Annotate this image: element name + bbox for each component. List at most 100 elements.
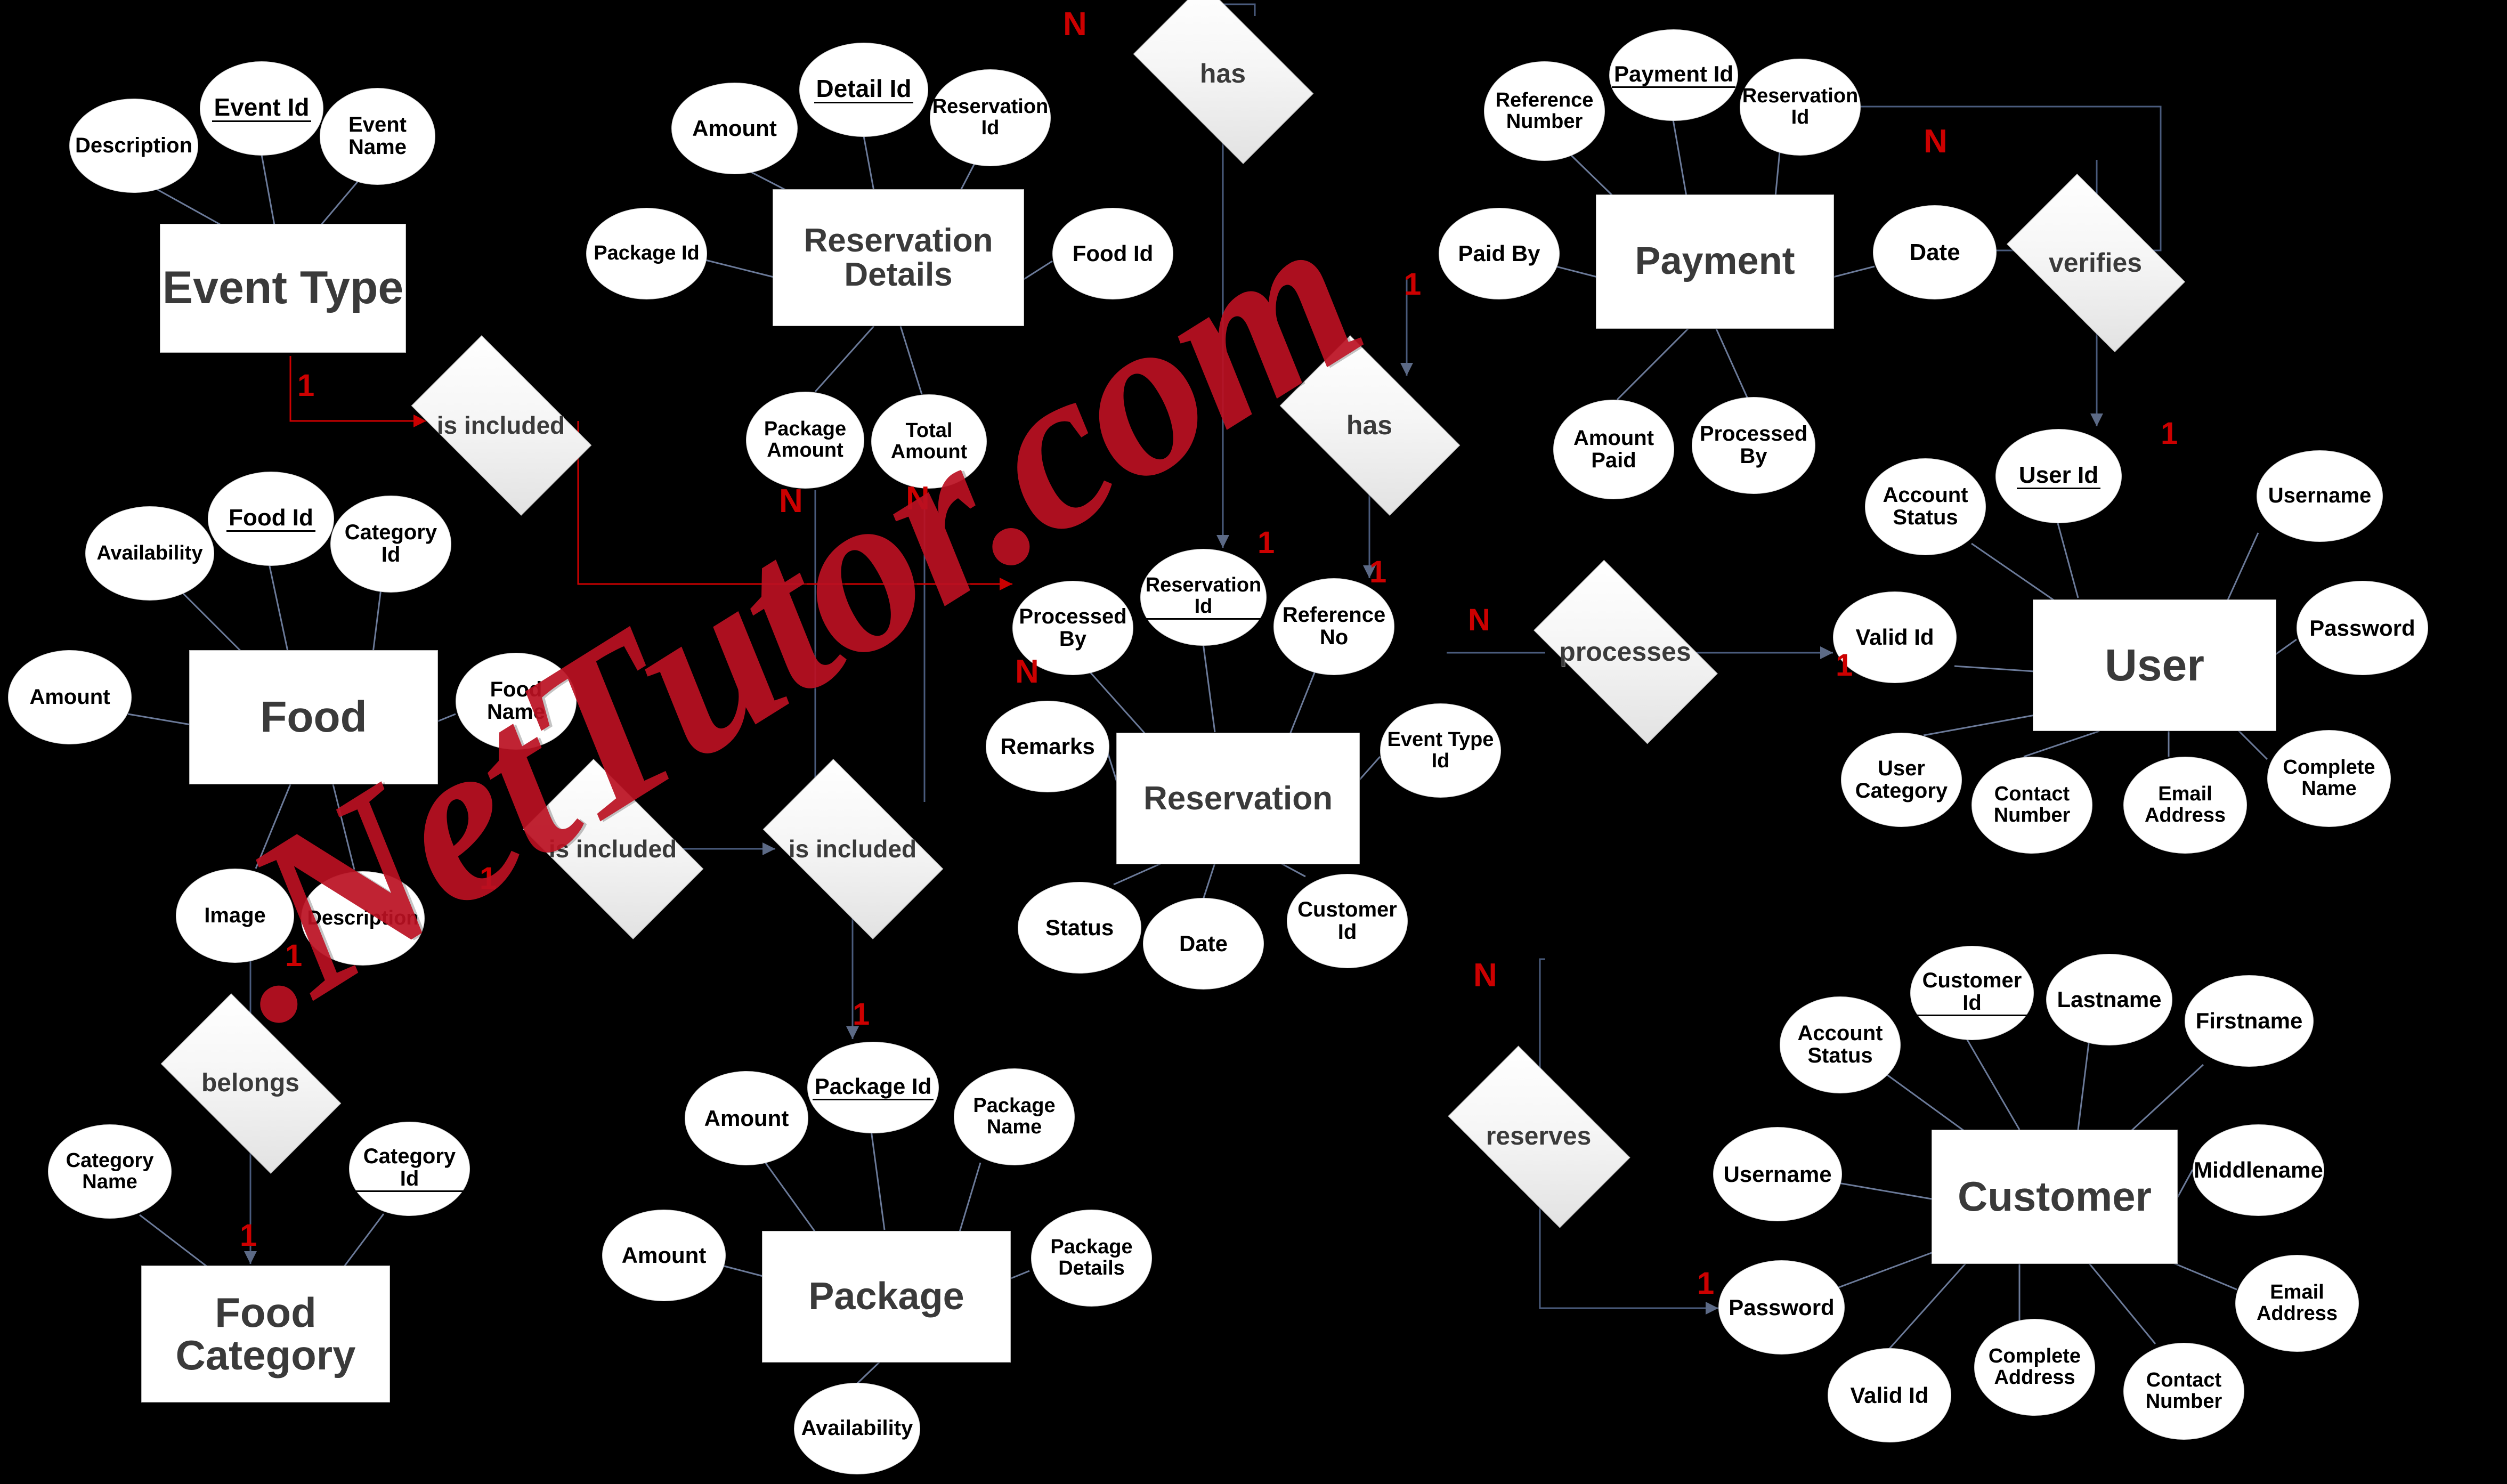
attribute-pm_date[interactable]: Date [1873,205,1997,299]
attribute-cu_username[interactable]: Username [1713,1127,1842,1221]
attribute-rd_package_amount[interactable]: Package Amount [746,392,864,489]
attribute-rd_food_id[interactable]: Food Id [1052,208,1173,299]
entity-customer[interactable]: Customer [1932,1130,2178,1264]
relationship-rel_is_included_1[interactable]: is included [411,335,592,516]
attribute-label: User Category [1855,756,1948,802]
attribute-label: Processed By [1019,604,1127,651]
entity-payment[interactable]: Payment [1596,194,1834,329]
attribute-et_description[interactable]: Description [69,99,198,193]
attribute-us_email_address[interactable]: Email Address [2123,757,2247,854]
entity-food[interactable]: Food [189,650,438,784]
attribute-us_user_category[interactable]: User Category [1841,733,1962,827]
entity-package[interactable]: Package [762,1231,1011,1363]
attribute-rv_remarks[interactable]: Remarks [986,701,1109,792]
attribute-pk_availability[interactable]: Availability [794,1383,920,1474]
attribute-pm_reference_number[interactable]: Reference Number [1484,61,1605,161]
entity-reservation[interactable]: Reservation [1116,733,1360,864]
attribute-pk_package_name[interactable]: Package Name [954,1068,1075,1165]
attribute-label: Amount [704,1105,789,1131]
attribute-cu_email_address[interactable]: Email Address [2235,1255,2359,1352]
attribute-label: Account Status [1797,1021,1883,1067]
attribute-et_event_name[interactable]: Event Name [320,88,435,185]
attribute-pk_package_details[interactable]: Package Details [1031,1210,1152,1307]
attribute-label: Package Details [1050,1236,1133,1279]
attribute-rd_package_id[interactable]: Package Id [586,208,707,299]
attribute-cu_lastname[interactable]: Lastname [2046,954,2172,1045]
attribute-fd_description[interactable]: Description [301,871,425,966]
attribute-label: Reference Number [1495,88,1594,133]
attribute-fd_amount[interactable]: Amount [8,650,132,744]
attribute-label: Email Address [2144,783,2226,826]
cardinality-card_cu_password_1: 1 [1697,1266,1715,1301]
relationship-label: reserves [1486,1122,1592,1150]
cardinality-card_paid_by_1: 1 [1404,267,1422,302]
attribute-rd_reservation_id[interactable]: Reservation Id [930,69,1051,166]
attribute-pk_package_id[interactable]: Package Id [807,1042,939,1133]
attribute-pm_reservation_id[interactable]: Reservation Id [1740,59,1861,156]
attribute-label: Customer Id [1297,897,1397,944]
cardinality-card_reservation_1: 1 [1257,525,1275,560]
attribute-rv_date[interactable]: Date [1143,898,1264,990]
attribute-rd_detail_id[interactable]: Detail Id [799,43,928,137]
attribute-us_complete_name[interactable]: Complete Name [2267,730,2391,827]
attribute-cu_firstname[interactable]: Firstname [2185,975,2314,1067]
attribute-cu_contact_number[interactable]: Contact Number [2123,1343,2244,1440]
attribute-et_event_id[interactable]: Event Id [200,61,323,156]
attribute-pm_paid_by[interactable]: Paid By [1439,208,1560,299]
attribute-label: Status [1045,915,1114,940]
attribute-label: Middlename [2194,1157,2323,1183]
relationship-rel_is_included_3[interactable]: is included [762,759,944,939]
relationship-rel_reserves[interactable]: reserves [1448,1045,1630,1228]
attribute-label: Detail Id [814,76,914,104]
attribute-cu_middlename[interactable]: Middlename [2193,1124,2324,1216]
cardinality-card_processed_by_n: N [1015,653,1039,690]
relationship-rel_is_included_2[interactable]: is included [523,759,704,939]
attribute-label: Lastname [2057,987,2162,1012]
relationship-rel_processes[interactable]: processes [1534,559,1718,744]
attribute-cu_account_status[interactable]: Account Status [1780,996,1901,1093]
attribute-fd_availability[interactable]: Availability [85,506,214,601]
attribute-pm_payment_id[interactable]: Payment Id [1609,29,1738,121]
attribute-rv_event_type_id[interactable]: Event Type Id [1380,703,1501,798]
attribute-fd_category_id[interactable]: Category Id [330,496,451,593]
attribute-cu_complete_address[interactable]: Complete Address [1974,1319,2095,1416]
attribute-us_username[interactable]: Username [2257,450,2383,542]
attribute-rd_amount[interactable]: Amount [671,83,798,174]
attribute-cu_password[interactable]: Password [1718,1260,1845,1355]
relationship-rel_belongs[interactable]: belongs [160,993,342,1174]
cardinality-card_package_id_1: 1 [853,997,870,1032]
attribute-us_password[interactable]: Password [2297,581,2428,675]
relationship-rel_has_mid[interactable]: has [1279,335,1461,516]
attribute-cu_valid_id[interactable]: Valid Id [1828,1348,1951,1442]
entity-reservation_details[interactable]: Reservation Details [773,189,1024,326]
attribute-rd_total_amount[interactable]: Total Amount [871,394,987,489]
attribute-rv_reservation_id[interactable]: Reservation Id [1140,549,1267,646]
attribute-label: Complete Name [2283,756,2375,800]
attribute-label: Contact Number [2145,1369,2222,1413]
attribute-pm_processed_by[interactable]: Processed By [1692,397,1815,494]
attribute-fd_image[interactable]: Image [176,869,294,963]
attribute-pk_amount_left[interactable]: Amount [602,1210,726,1301]
attribute-fd_food_id[interactable]: Food Id [208,472,334,566]
attribute-label: Account Status [1883,483,1968,529]
attribute-rv_customer_id[interactable]: Customer Id [1287,874,1408,968]
relationship-label: has [1199,58,1246,88]
cardinality-card_valid_id_1: 1 [1836,648,1853,683]
attribute-rv_status[interactable]: Status [1018,882,1141,974]
attribute-fd_food_name[interactable]: Food Name [456,653,577,750]
relationship-rel_verifies[interactable]: verifies [2006,173,2186,353]
entity-food_category[interactable]: Food Category [141,1266,390,1402]
relationship-rel_has_top[interactable]: has [1133,0,1314,164]
attribute-label: Reservation Id [932,95,1049,139]
attribute-us_user_id[interactable]: User Id [1995,429,2122,523]
entity-event_type[interactable]: Event Type [160,224,406,353]
attribute-rv_reference_no[interactable]: Reference No [1273,578,1394,675]
attribute-fc_category_id[interactable]: Category Id [349,1122,470,1216]
attribute-fc_category_name[interactable]: Category Name [48,1124,172,1219]
entity-user[interactable]: User [2033,599,2276,731]
attribute-cu_customer_id[interactable]: Customer Id [1910,946,2034,1040]
attribute-us_account_status[interactable]: Account Status [1865,458,1986,555]
attribute-us_contact_number[interactable]: Contact Number [1971,757,2092,854]
attribute-pk_amount_top[interactable]: Amount [685,1071,808,1165]
attribute-pm_amount_paid[interactable]: Amount Paid [1553,400,1674,499]
